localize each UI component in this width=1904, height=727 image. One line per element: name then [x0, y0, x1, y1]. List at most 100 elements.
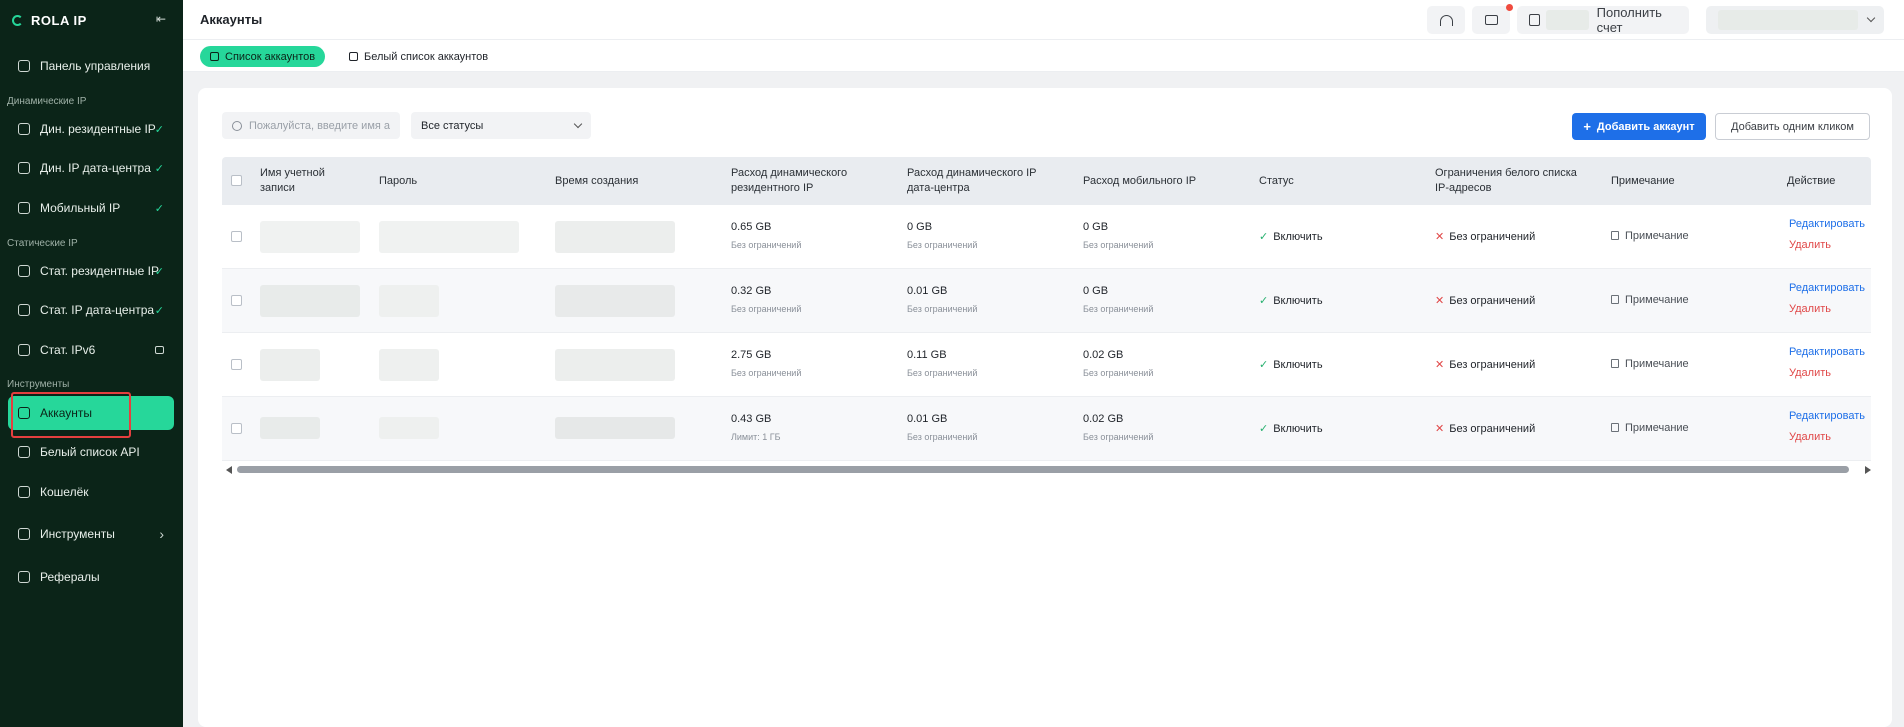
- edit-link[interactable]: Редактировать: [1789, 218, 1865, 230]
- chevron-right-icon: ›: [159, 526, 164, 542]
- sidebar: ROLA IP ⇤ Панель управления Динамические…: [0, 0, 183, 727]
- status-text: Включить: [1273, 359, 1323, 371]
- row-checkbox[interactable]: [231, 423, 242, 434]
- tab-label: Белый список аккаунтов: [364, 50, 489, 63]
- edit-link[interactable]: Редактировать: [1789, 282, 1865, 294]
- whitelist-cell: ✕ Без ограничений: [1435, 358, 1535, 371]
- usage-value: 0.01 GB: [907, 285, 948, 297]
- sidebar-item-tools[interactable]: Инструменты ›: [8, 517, 174, 551]
- table-row: 0.32 GB Без ограничений 0.01 GB Без ограни…: [222, 269, 1871, 333]
- referral-icon: [18, 571, 30, 583]
- usage-value: 0.11 GB: [907, 349, 947, 361]
- row-checkbox[interactable]: [231, 295, 242, 306]
- whitelist-text: Без ограничений: [1449, 231, 1536, 243]
- note-button[interactable]: Примечание: [1611, 230, 1689, 242]
- sidebar-item-label: Дин. IP дата-центра: [40, 161, 151, 175]
- messages-button[interactable]: [1472, 4, 1513, 34]
- tab-account-list[interactable]: Список аккаунтов: [200, 46, 326, 67]
- delete-link[interactable]: Удалить: [1789, 431, 1865, 443]
- edit-link[interactable]: Редактировать: [1789, 346, 1865, 358]
- sidebar-item-dyn-datacenter[interactable]: Дин. IP дата-центра ✓: [8, 151, 174, 185]
- search-input[interactable]: Пожалуйста, введите имя а: [222, 112, 400, 139]
- cross-icon: ✕: [1435, 359, 1445, 371]
- dyn-residential-usage: 0.65 GB Без ограничений: [731, 221, 801, 250]
- sidebar-item-label: Кошелёк: [40, 485, 89, 499]
- delete-link[interactable]: Удалить: [1789, 239, 1865, 251]
- usage-limit: Без ограничений: [731, 240, 802, 250]
- username-redacted: [260, 221, 360, 253]
- horizontal-scrollbar[interactable]: [226, 464, 1871, 474]
- cross-icon: ✕: [1435, 295, 1445, 307]
- add-one-click-button[interactable]: Добавить одним кликом: [1715, 113, 1870, 140]
- usage-value: 0.32 GB: [731, 285, 772, 297]
- logo-icon: [12, 14, 23, 26]
- note-button[interactable]: Примечание: [1611, 294, 1689, 306]
- action-cell: Редактировать Удалить: [1789, 282, 1865, 315]
- sidebar-item-referrals[interactable]: Рефералы: [8, 560, 174, 594]
- notification-dot: [1506, 4, 1513, 11]
- note-button[interactable]: Примечание: [1611, 358, 1689, 370]
- row-checkbox[interactable]: [231, 231, 242, 242]
- select-all-checkbox[interactable]: [231, 175, 242, 186]
- password-redacted: [379, 417, 439, 439]
- note-text: Примечание: [1625, 358, 1689, 370]
- status-cell: ✓ Включить: [1259, 358, 1323, 371]
- sidebar-item-label: Рефералы: [40, 570, 100, 584]
- sidebar-item-wallet[interactable]: Кошелёк: [8, 475, 174, 509]
- password-redacted: [379, 221, 519, 253]
- sidebar-item-api-whitelist[interactable]: Белый список API: [8, 435, 174, 469]
- col-dyn-residential: Расход динамического резидентного IP: [731, 167, 848, 194]
- section-label-static: Статические IP: [7, 238, 78, 249]
- tab-account-whitelist[interactable]: Белый список аккаунтов: [339, 46, 498, 67]
- sidebar-item-static-residential[interactable]: Стат. резидентные IP ✓: [8, 254, 174, 288]
- status-text: Включить: [1273, 231, 1323, 243]
- chevron-down-icon: [573, 119, 583, 129]
- topup-button[interactable]: Пополнить счет: [1517, 5, 1689, 35]
- support-button[interactable]: [1427, 6, 1465, 34]
- sidebar-item-dyn-residential[interactable]: Дин. резидентные IP ✓: [8, 112, 174, 146]
- delete-link[interactable]: Удалить: [1789, 303, 1865, 315]
- dyn-residential-usage: 0.32 GB Без ограничений: [731, 285, 801, 314]
- note-text: Примечание: [1625, 422, 1689, 434]
- usage-limit: Лимит: 1 ГБ: [731, 432, 781, 442]
- dyn-datacenter-usage: 0 GB Без ограничений: [907, 221, 977, 250]
- sidebar-item-static-datacenter[interactable]: Стат. IP дата-центра ✓: [8, 293, 174, 327]
- note-text: Примечание: [1625, 294, 1689, 306]
- scroll-left-icon[interactable]: [226, 466, 232, 474]
- check-icon: ✓: [154, 304, 164, 317]
- scrollbar-thumb[interactable]: [237, 466, 1849, 473]
- usage-limit: Без ограничений: [731, 304, 802, 314]
- usage-limit: Без ограничений: [1083, 368, 1154, 378]
- usage-value: 0 GB: [907, 221, 933, 233]
- sidebar-item-label: Стат. IPv6: [40, 343, 96, 357]
- delete-link[interactable]: Удалить: [1789, 367, 1865, 379]
- add-account-button[interactable]: + Добавить аккаунт: [1572, 113, 1706, 140]
- cross-icon: ✕: [1435, 231, 1445, 243]
- usage-limit: Без ограничений: [1083, 304, 1154, 314]
- sidebar-item-static-ipv6[interactable]: Стат. IPv6: [8, 333, 174, 367]
- action-cell: Редактировать Удалить: [1789, 346, 1865, 379]
- col-created: Время создания: [555, 174, 639, 187]
- scroll-right-icon[interactable]: [1865, 466, 1871, 474]
- user-menu[interactable]: [1706, 6, 1884, 34]
- username-redacted: [260, 349, 320, 381]
- building-icon: [18, 162, 30, 174]
- note-button[interactable]: Примечание: [1611, 422, 1689, 434]
- sidebar-item-dashboard[interactable]: Панель управления: [8, 49, 174, 83]
- note-text: Примечание: [1625, 230, 1689, 242]
- check-icon: ✓: [1259, 295, 1269, 307]
- sidebar-item-mobile[interactable]: Мобильный IP ✓: [8, 191, 174, 225]
- status-select[interactable]: Все статусы: [411, 112, 591, 139]
- status-cell: ✓ Включить: [1259, 230, 1323, 243]
- search-placeholder: Пожалуйста, введите имя а: [249, 119, 391, 132]
- home-icon: [18, 123, 30, 135]
- action-cell: Редактировать Удалить: [1789, 410, 1865, 443]
- status-cell: ✓ Включить: [1259, 294, 1323, 307]
- check-icon: ✓: [154, 162, 164, 175]
- tabs-bar: Список аккаунтов Белый список аккаунтов: [183, 40, 1904, 72]
- usage-limit: Без ограничений: [907, 304, 978, 314]
- mobile-usage: 0 GB Без ограничений: [1083, 285, 1153, 314]
- collapse-sidebar-icon[interactable]: ⇤: [156, 12, 166, 26]
- edit-link[interactable]: Редактировать: [1789, 410, 1865, 422]
- row-checkbox[interactable]: [231, 359, 242, 370]
